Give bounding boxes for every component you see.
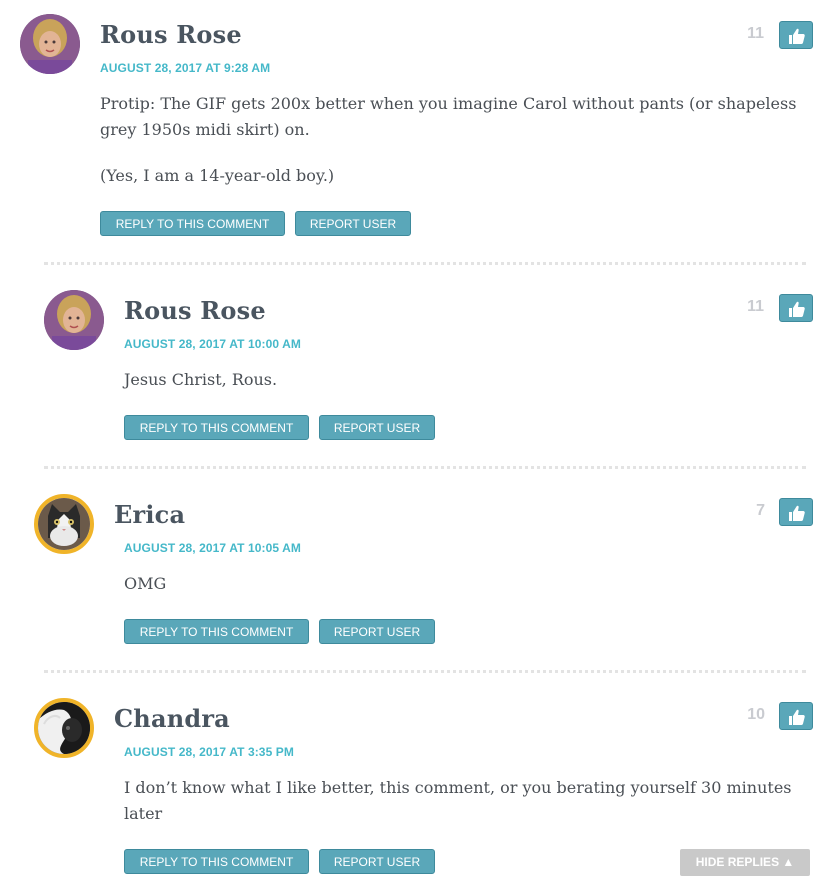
thumbs-up-icon [789,709,805,725]
comment-author[interactable]: Chandra [114,704,230,733]
comment-body: Protip: The GIF gets 200x better when yo… [100,91,800,189]
vote-count: 11 [747,298,764,315]
vote-count: 11 [747,25,764,42]
like-button[interactable] [779,498,813,526]
like-button[interactable] [779,294,813,322]
comment-date[interactable]: AUGUST 28, 2017 AT 3:35 PM [124,745,294,759]
comment-paragraph: I don’t know what I like better, this co… [124,778,792,823]
report-user-button[interactable]: REPORT USER [319,415,435,440]
thumbs-up-icon [789,505,805,521]
avatar[interactable] [34,698,94,758]
vote-count: 7 [756,502,765,519]
comment-author[interactable]: Erica [114,500,185,529]
reply-button[interactable]: REPLY TO THIS COMMENT [100,211,285,236]
thumbs-up-icon [789,301,805,317]
divider [44,262,806,265]
hide-replies-button[interactable]: HIDE REPLIES ▲ [680,849,810,876]
comment-paragraph: OMG [124,574,167,593]
comment-date[interactable]: AUGUST 28, 2017 AT 10:00 AM [124,337,301,351]
avatar[interactable] [34,494,94,554]
comment-body: I don’t know what I like better, this co… [124,775,804,827]
comment-paragraph: (Yes, I am a 14-year-old boy.) [100,166,335,185]
divider [44,466,806,469]
like-button[interactable] [779,21,813,49]
rabbit-avatar-icon [38,702,90,754]
report-user-button[interactable]: REPORT USER [295,211,411,236]
comment-body: OMG [124,571,794,597]
avatar-photo-icon [44,290,104,350]
reply-button[interactable]: REPLY TO THIS COMMENT [124,415,309,440]
comment-date[interactable]: AUGUST 28, 2017 AT 10:05 AM [124,541,301,555]
comment-author[interactable]: Rous Rose [100,20,242,49]
reply-button[interactable]: REPLY TO THIS COMMENT [124,849,309,874]
like-button[interactable] [779,702,813,730]
reply-button[interactable]: REPLY TO THIS COMMENT [124,619,309,644]
report-user-button[interactable]: REPORT USER [319,619,435,644]
comment-paragraph: Protip: The GIF gets 200x better when yo… [100,94,797,139]
comment-body: Jesus Christ, Rous. [124,367,794,393]
divider [44,670,806,673]
comment-date[interactable]: AUGUST 28, 2017 AT 9:28 AM [100,61,270,75]
thumbs-up-icon [789,28,805,44]
cat-avatar-icon [38,498,90,550]
avatar-photo-icon [20,14,80,74]
report-user-button[interactable]: REPORT USER [319,849,435,874]
comment-paragraph: Jesus Christ, Rous. [124,370,278,389]
avatar[interactable] [20,14,80,74]
avatar[interactable] [44,290,104,350]
comment-author[interactable]: Rous Rose [124,296,266,325]
vote-count: 10 [747,706,765,723]
